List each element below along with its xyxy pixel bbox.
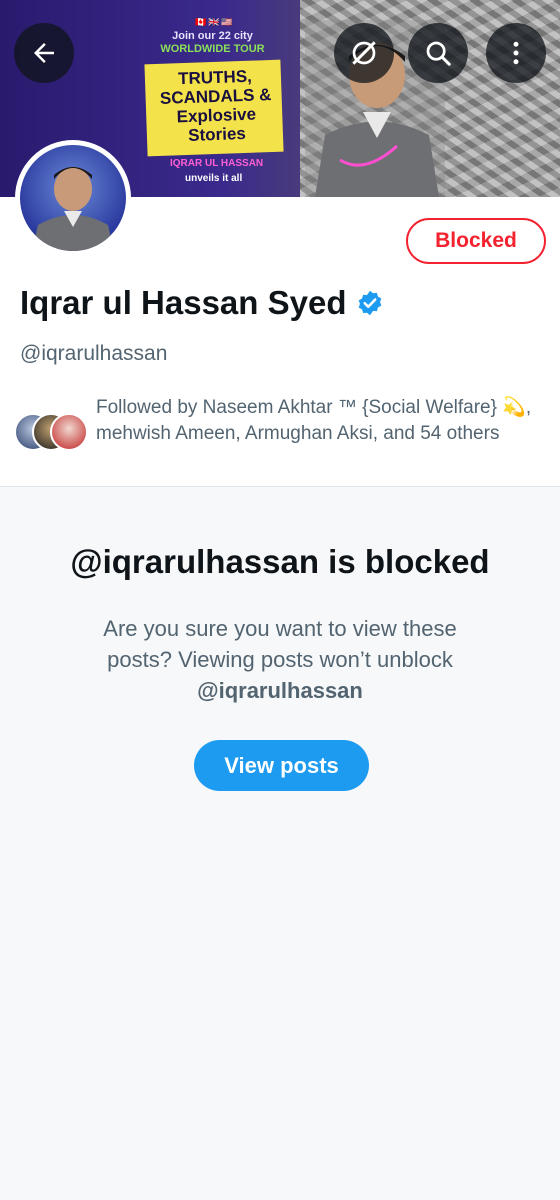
arrow-left-icon bbox=[34, 43, 54, 63]
search-button[interactable] bbox=[408, 23, 468, 83]
banner-promo: 🇨🇦🇬🇧🇺🇸 Join our 22 city WORLDWIDE TOUR T… bbox=[140, 0, 300, 197]
blocked-title: @iqrarulhassan is blocked bbox=[70, 543, 490, 580]
follower-avatars bbox=[14, 413, 94, 453]
grok-button[interactable] bbox=[334, 23, 394, 83]
follower-avatar bbox=[50, 413, 88, 451]
back-button[interactable] bbox=[14, 23, 74, 83]
flags-icon: 🇨🇦🇬🇧🇺🇸 bbox=[195, 17, 235, 27]
search-icon bbox=[426, 41, 451, 66]
profile-handle: @iqrarulhassan bbox=[20, 342, 168, 365]
banner-join-text: Join our 22 city bbox=[172, 30, 253, 42]
grok-icon bbox=[352, 41, 376, 65]
blocked-description-handle: @iqrarulhassan bbox=[197, 678, 363, 703]
verified-badge-icon bbox=[359, 290, 382, 316]
display-name: Iqrar ul Hassan Syed bbox=[20, 284, 384, 322]
more-button[interactable] bbox=[486, 23, 546, 83]
banner-headline: TRUTHS, SCANDALS & Explosive Stories bbox=[159, 66, 272, 145]
banner-name-text: IQRAR UL HASSAN bbox=[170, 158, 264, 169]
display-name-text: Iqrar ul Hassan Syed bbox=[20, 284, 347, 321]
view-posts-button[interactable]: View posts bbox=[194, 740, 369, 791]
avatar-person-icon bbox=[32, 167, 114, 251]
blocked-description: Are you sure you want to view these post… bbox=[70, 613, 490, 706]
banner-unveils-text: unveils it all bbox=[185, 173, 243, 184]
more-vertical-icon bbox=[513, 41, 519, 65]
avatar[interactable] bbox=[15, 140, 131, 256]
avatar-image bbox=[20, 145, 126, 251]
blocked-button[interactable]: Blocked bbox=[406, 218, 546, 264]
followed-by-text: Followed by Naseem Akhtar ™ {Social Welf… bbox=[96, 397, 532, 444]
banner-tour-text: WORLDWIDE TOUR bbox=[160, 43, 265, 55]
blocked-description-text: Are you sure you want to view these post… bbox=[103, 616, 457, 672]
